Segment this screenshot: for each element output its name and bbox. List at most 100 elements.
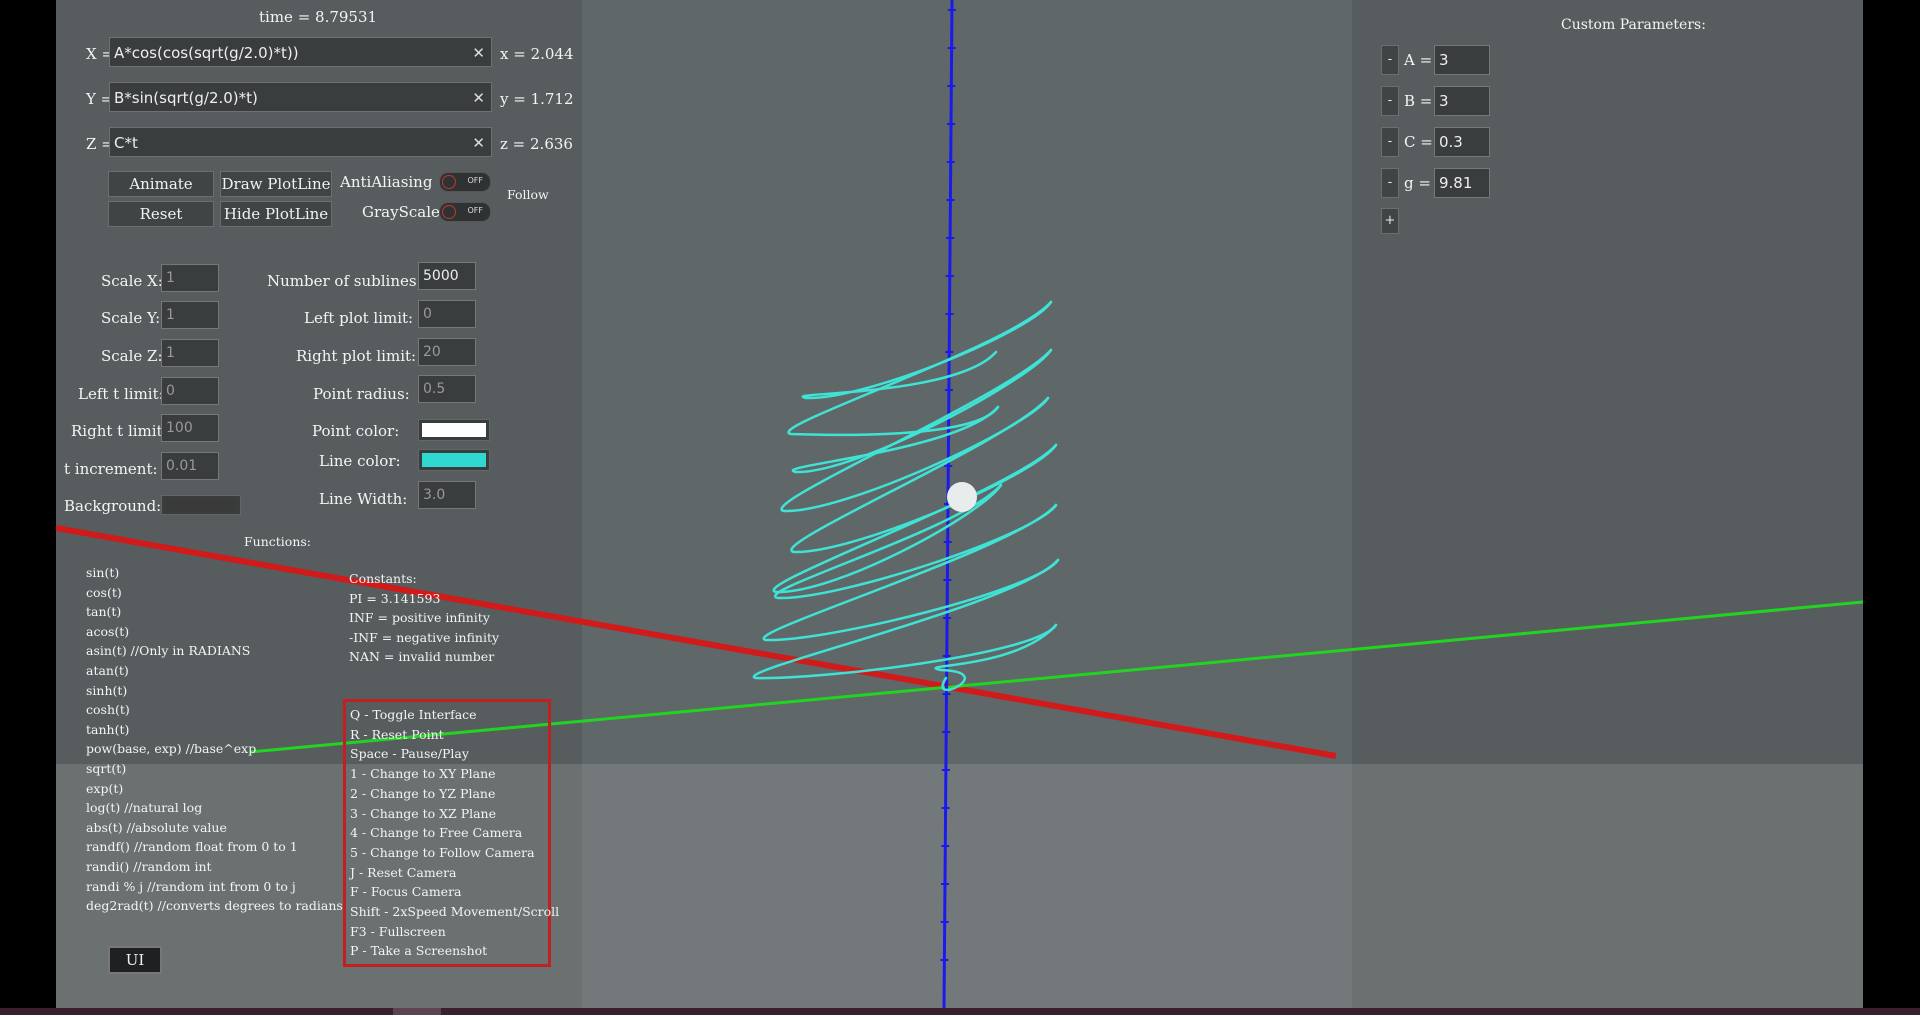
parameter-name: A = — [1404, 51, 1433, 69]
curve-segment — [762, 503, 1060, 642]
background-color-picker[interactable] — [161, 495, 241, 515]
x-expression-input[interactable]: A*cos(cos(sqrt(g/2.0)*t)) ✕ — [109, 37, 492, 67]
function-item: randi() //random int — [86, 859, 212, 874]
parameter-name: g = — [1404, 174, 1431, 192]
taskbar-item[interactable] — [393, 1008, 441, 1015]
toggle-knob-icon — [442, 205, 456, 219]
sublines-label: Number of sublines: — [267, 272, 422, 290]
time-readout: time = 8.79531 — [259, 8, 378, 26]
shortcut-item: 5 - Change to Follow Camera — [350, 844, 535, 860]
y-clear-icon[interactable]: ✕ — [472, 83, 485, 113]
x-axis-line — [56, 525, 1337, 759]
line-width-label: Line Width: — [319, 490, 408, 508]
parameter-name: B = — [1404, 92, 1433, 110]
scale-z-label: Scale Z: — [101, 347, 163, 365]
function-item: log(t) //natural log — [86, 800, 203, 816]
line-color-picker[interactable] — [418, 449, 490, 471]
shortcut-item: 1 - Change to XY Plane — [350, 766, 496, 782]
parameter-value-input[interactable]: 3 — [1434, 86, 1490, 116]
toggle-knob-icon — [442, 175, 456, 189]
z-expression-text: C*t — [114, 134, 138, 152]
shortcut-item: Space - Pause/Play — [350, 746, 469, 762]
app-window: time = 8.79531 X = A*cos(cos(sqrt(g/2.0)… — [56, 0, 1863, 1008]
right-t-limit-input[interactable]: 100 — [161, 414, 219, 442]
shortcut-item: 3 - Change to XZ Plane — [350, 805, 497, 821]
x-clear-icon[interactable]: ✕ — [472, 38, 485, 68]
line-color-fill — [422, 453, 486, 467]
hide-plotline-button[interactable]: Hide PlotLine — [220, 201, 332, 227]
function-item: abs(t) //absolute value — [86, 819, 227, 835]
parameter-value-input[interactable]: 3 — [1434, 45, 1490, 75]
follow-label[interactable]: Follow — [507, 187, 549, 202]
constant-item: PI = 3.141593 — [349, 590, 441, 606]
animate-button[interactable]: Animate — [108, 171, 214, 197]
right-plot-limit-label: Right plot limit: — [296, 347, 417, 365]
y-expression-input[interactable]: B*sin(sqrt(g/2.0)*t) ✕ — [109, 82, 492, 112]
function-item: sinh(t) — [86, 682, 128, 698]
draw-plotline-button[interactable]: Draw PlotLine — [220, 171, 332, 197]
background-color-fill — [165, 499, 237, 511]
function-item: atan(t) — [86, 663, 129, 678]
taskbar-strip — [0, 1008, 1920, 1015]
trajectory-curve — [752, 300, 1060, 692]
constant-item: -INF = negative infinity — [349, 629, 500, 645]
z-clear-icon[interactable]: ✕ — [472, 128, 485, 158]
t-increment-label: t increment: — [64, 460, 158, 478]
curve-segment — [787, 300, 1053, 437]
parameter-value-input[interactable]: 0.3 — [1434, 127, 1490, 157]
function-item: deg2rad(t) //converts degrees to radians — [86, 898, 343, 914]
t-increment-input[interactable]: 0.01 — [161, 452, 219, 480]
ui-toggle-button[interactable]: UI — [108, 946, 162, 974]
function-item: sqrt(t) — [86, 761, 127, 776]
shortcut-item: R - Reset Point — [350, 726, 444, 742]
z-expression-input[interactable]: C*t ✕ — [109, 127, 492, 157]
left-t-limit-input[interactable]: 0 — [161, 377, 219, 405]
sublines-input[interactable]: 5000 — [418, 262, 476, 290]
right-t-limit-label: Right t limit: — [71, 422, 168, 440]
parameter-value-input[interactable]: 9.81 — [1434, 168, 1490, 198]
point-radius-label: Point radius: — [313, 385, 410, 403]
functions-title: Functions: — [244, 534, 311, 549]
function-item: randi % j //random int from 0 to j — [86, 878, 296, 894]
point-radius-input[interactable]: 0.5 — [418, 375, 476, 403]
function-item: cosh(t) — [86, 702, 130, 718]
remove-parameter-button[interactable]: - — [1381, 86, 1399, 116]
function-item: pow(base, exp) //base^exp — [86, 741, 257, 757]
add-parameter-button[interactable]: + — [1381, 208, 1399, 234]
scale-y-label: Scale Y: — [101, 309, 161, 327]
constant-item: INF = positive infinity — [349, 610, 490, 626]
shortcut-item: P - Take a Screenshot — [350, 943, 488, 959]
grayscale-state: OFF — [467, 206, 484, 215]
scale-x-input[interactable]: 1 — [161, 264, 219, 292]
remove-parameter-button[interactable]: - — [1381, 127, 1399, 157]
antialiasing-label: AntiAliasing — [340, 173, 433, 191]
shortcut-item: Shift - 2xSpeed Movement/Scroll — [350, 904, 560, 919]
function-item: cos(t) — [86, 584, 122, 600]
scale-z-input[interactable]: 1 — [161, 339, 219, 367]
reset-button[interactable]: Reset — [108, 201, 214, 227]
function-item: tan(t) — [86, 604, 122, 620]
right-plot-limit-input[interactable]: 20 — [418, 338, 476, 366]
antialiasing-toggle[interactable]: OFF — [439, 172, 491, 192]
background-label: Background: — [64, 497, 162, 515]
x-expression-text: A*cos(cos(sqrt(g/2.0)*t)) — [114, 44, 299, 62]
remove-parameter-button[interactable]: - — [1381, 45, 1399, 75]
grayscale-toggle[interactable]: OFF — [439, 202, 491, 222]
y-result: y = 1.712 — [500, 90, 574, 108]
function-item: asin(t) //Only in RADIANS — [86, 643, 251, 659]
constants-title: Constants: — [349, 571, 417, 586]
grayscale-label: GrayScale — [362, 203, 440, 221]
moving-point[interactable] — [947, 482, 977, 512]
function-item: exp(t) — [86, 780, 124, 796]
shortcut-item: 4 - Change to Free Camera — [350, 825, 523, 841]
left-plot-limit-input[interactable]: 0 — [418, 300, 476, 328]
function-item: randf() //random float from 0 to 1 — [86, 839, 298, 855]
curve-segment — [773, 483, 1058, 600]
remove-parameter-button[interactable]: - — [1381, 168, 1399, 198]
point-color-picker[interactable] — [418, 419, 490, 441]
shortcut-item: J - Reset Camera — [350, 864, 457, 880]
line-width-input[interactable]: 3.0 — [418, 481, 476, 509]
point-color-fill — [422, 423, 486, 437]
parameter-name: C = — [1404, 133, 1433, 151]
scale-y-input[interactable]: 1 — [161, 301, 219, 329]
